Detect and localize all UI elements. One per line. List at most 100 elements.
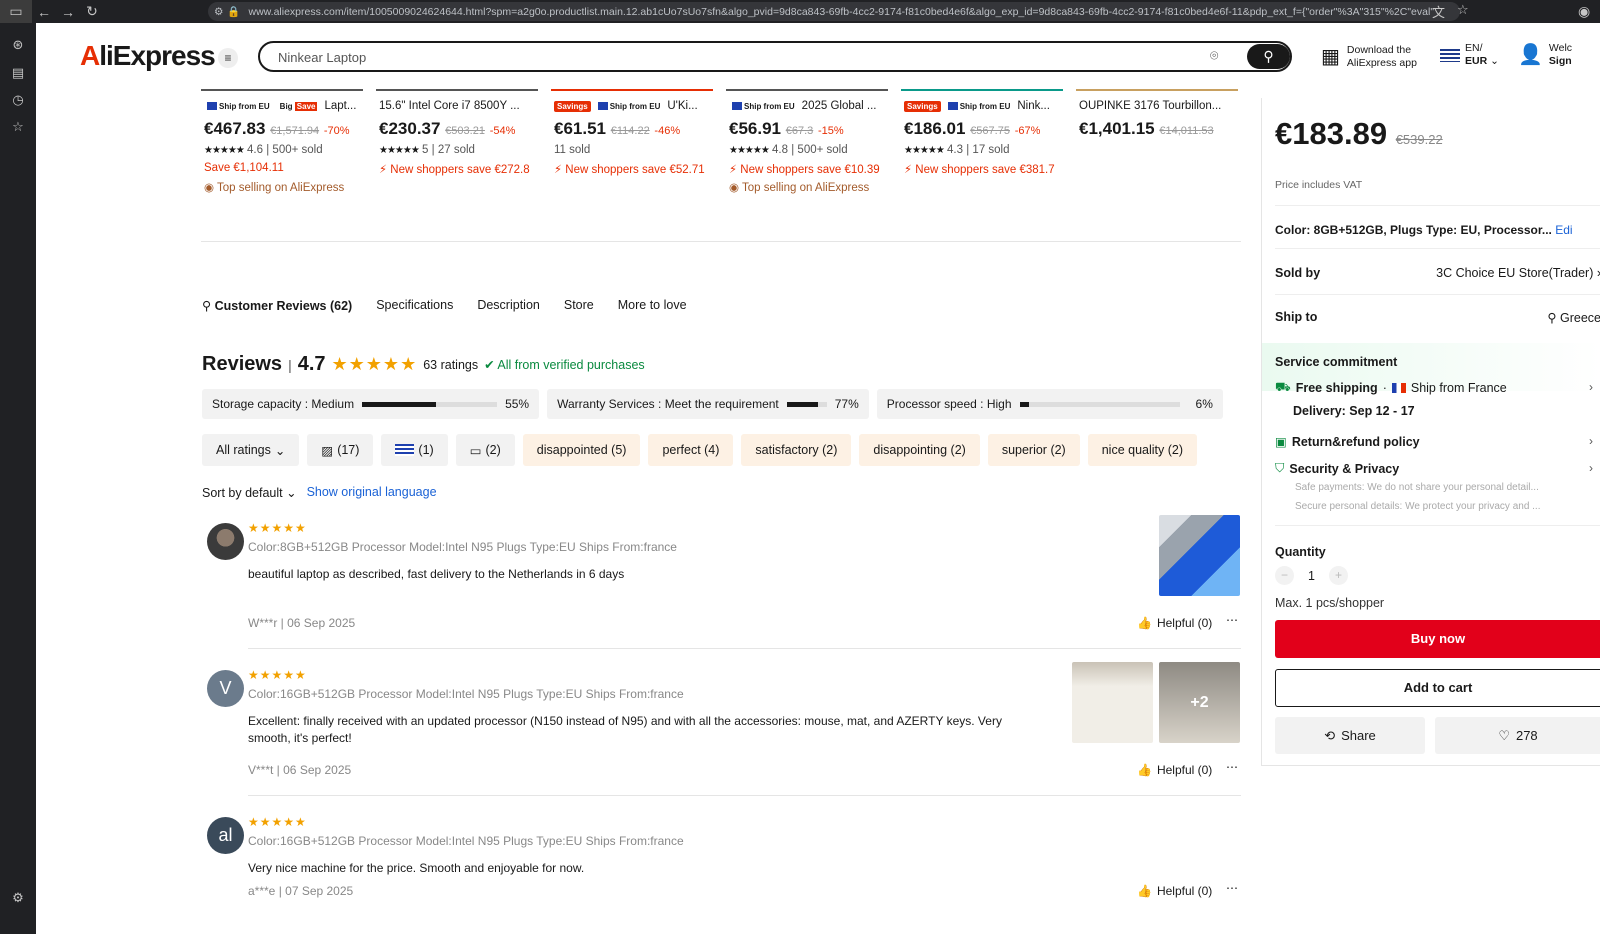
recommended-product-card[interactable]: OUPINKE 3176 Tourbillon... €1,401.15 €14…: [1076, 89, 1238, 205]
recommended-product-card[interactable]: Ship from EU Big Save Lapt... €467.83 €1…: [201, 89, 363, 205]
recommended-product-card[interactable]: Savings Ship from EU Nink... €186.01 €56…: [901, 89, 1063, 205]
chevron-right-icon[interactable]: ›: [1589, 461, 1593, 475]
browser-toolbar: ▭ ← → ↻ ⚙ 🔒 www.aliexpress.com/item/1005…: [0, 0, 1600, 23]
search-button[interactable]: ⚲: [1247, 44, 1290, 69]
profile-icon[interactable]: ◉: [1578, 3, 1590, 20]
free-shipping-row[interactable]: ⛟ Free shipping · Ship from France: [1275, 380, 1507, 396]
refund-policy-row[interactable]: ▣ Return&refund policy: [1275, 434, 1420, 450]
filter-tag[interactable]: disappointed (5): [522, 434, 641, 466]
translate-icon[interactable]: 文: [1432, 2, 1445, 21]
filter-country[interactable]: (1): [381, 434, 448, 466]
france-flag-icon: [1391, 383, 1406, 393]
edit-variant-link[interactable]: Edi: [1555, 223, 1572, 237]
security-privacy-row[interactable]: ⛉ Security & Privacy: [1275, 461, 1399, 476]
tab-customer-reviews[interactable]: ⚲ Customer Reviews (62): [202, 298, 352, 313]
helpful-button[interactable]: 👍 Helpful (0): [1137, 616, 1212, 630]
user-icon: 👤: [1518, 43, 1543, 66]
menu-icon[interactable]: ≡: [218, 48, 238, 68]
buy-now-button[interactable]: Buy now: [1275, 620, 1600, 658]
more-options-icon[interactable]: ⋯: [1226, 613, 1238, 627]
account-menu[interactable]: 👤 Welc Sign: [1518, 42, 1572, 68]
history-icon[interactable]: ◷: [10, 92, 26, 108]
avatar: V: [207, 670, 244, 707]
settings-gear-icon[interactable]: ⚙: [10, 890, 26, 906]
filter-comments[interactable]: ▭ (2): [455, 434, 515, 466]
filter-tag[interactable]: superior (2): [987, 434, 1080, 466]
card-promo: ⚡ New shoppers save €272.8: [379, 164, 530, 176]
download-app-link[interactable]: ▦ Download the AliExpress app: [1321, 42, 1431, 72]
product-tabs: ⚲ Customer Reviews (62) Specifications D…: [202, 298, 687, 313]
divider: [1275, 294, 1600, 295]
card-top-selling: ◉ Top selling on AliExpress: [204, 182, 345, 194]
review-photo[interactable]: [1159, 515, 1240, 596]
filter-tag[interactable]: perfect (4): [648, 434, 734, 466]
site-info-icon[interactable]: ⚙: [214, 6, 223, 18]
back-icon[interactable]: ←: [32, 0, 56, 23]
sidebar-toggle-icon[interactable]: ▭: [0, 0, 32, 23]
share-icon: ⟲: [1324, 727, 1336, 743]
more-options-icon[interactable]: ⋯: [1226, 881, 1238, 895]
wallet-icon[interactable]: ▤: [10, 65, 26, 81]
card-title-line: 15.6" Intel Core i7 8500Y ...: [379, 99, 537, 113]
review-photo[interactable]: [1072, 662, 1153, 743]
rating-stars-icon: ★★★★★: [331, 354, 418, 374]
separator: |: [288, 356, 292, 373]
decrease-quantity-button[interactable]: −: [1275, 566, 1294, 585]
chevron-right-icon[interactable]: ›: [1589, 434, 1593, 448]
review-text: Excellent: finally received with an upda…: [248, 714, 1002, 745]
service-title: Service commitment: [1275, 355, 1398, 369]
filter-photos[interactable]: ▨ (17): [307, 434, 374, 466]
search-input[interactable]: [278, 48, 1178, 66]
tab-store[interactable]: Store: [564, 298, 594, 313]
recommended-product-card[interactable]: Savings Ship from EU U'Ki... €61.51 €114…: [551, 89, 713, 205]
savings-badge: Savings: [904, 100, 941, 112]
ratings-count: 63 ratings: [423, 357, 479, 372]
helpful-button[interactable]: 👍 Helpful (0): [1137, 763, 1212, 777]
wishlist-button[interactable]: ♡ 278: [1435, 717, 1600, 754]
card-title: Nink...: [1017, 100, 1050, 112]
chevron-right-icon[interactable]: ›: [1589, 380, 1593, 394]
filter-tag[interactable]: disappointing (2): [859, 434, 980, 466]
card-promo: ⚡ New shoppers save €10.39: [729, 164, 880, 176]
show-original-language-link[interactable]: Show original language: [307, 485, 437, 500]
ai-icon[interactable]: ⊛: [10, 37, 26, 53]
more-options-icon[interactable]: ⋯: [1226, 760, 1238, 774]
tab-description[interactable]: Description: [477, 298, 540, 313]
recommended-product-card[interactable]: 15.6" Intel Core i7 8500Y ... €230.37 €5…: [376, 89, 538, 205]
filter-all-ratings[interactable]: All ratings ⌄: [202, 434, 300, 466]
qr-code-icon: ▦: [1321, 45, 1340, 68]
heart-icon: ♡: [1498, 727, 1510, 743]
attribute-bar: Warranty Services : Meet the requirement…: [547, 389, 869, 419]
card-title-line: Ship from EU Big Save Lapt...: [204, 99, 362, 113]
lock-icon: 🔒: [227, 6, 241, 18]
review-item: ★★★★★ Color:8GB+512GB Processor Model:In…: [202, 515, 1241, 650]
share-button[interactable]: ⟲ Share: [1275, 717, 1425, 754]
review-meta: W***r | 06 Sep 2025: [248, 616, 356, 630]
forward-icon[interactable]: →: [56, 0, 80, 23]
tab-specifications[interactable]: Specifications: [376, 298, 453, 313]
helpful-button[interactable]: 👍 Helpful (0): [1137, 884, 1212, 898]
card-price: €230.37 €503.21 -54%: [379, 119, 516, 138]
tab-more-to-love[interactable]: More to love: [618, 298, 687, 313]
filter-tag[interactable]: nice quality (2): [1087, 434, 1198, 466]
quantity-value[interactable]: 1: [1308, 569, 1315, 583]
ship-to-row[interactable]: Ship to ⚲ Greece: [1275, 310, 1600, 325]
card-rating: ★★★★★ 4.8 | 500+ sold: [729, 144, 848, 156]
sold-by-row[interactable]: Sold by3C Choice EU Store(Trader) ›: [1275, 266, 1600, 280]
address-bar[interactable]: ⚙ 🔒 www.aliexpress.com/item/100500902462…: [208, 2, 1460, 21]
attribute-ratings: Storage capacity : Medium 55% Warranty Se…: [202, 389, 1223, 419]
favorites-icon[interactable]: ☆: [10, 119, 26, 135]
reload-icon[interactable]: ↻: [80, 0, 104, 23]
ship-from-eu-badge: Ship from EU: [204, 101, 273, 112]
language-currency-selector[interactable]: EN/EUR ⌄: [1440, 42, 1499, 68]
review-photo-more[interactable]: +2: [1159, 662, 1240, 743]
bookmark-star-icon[interactable]: ☆: [1457, 2, 1469, 21]
sort-dropdown[interactable]: Sort by default ⌄: [202, 485, 297, 500]
filter-tag[interactable]: satisfactory (2): [741, 434, 852, 466]
aliexpress-logo[interactable]: AliExpress: [80, 40, 216, 72]
increase-quantity-button[interactable]: +: [1328, 566, 1348, 585]
image-search-icon[interactable]: ⌾: [1210, 47, 1218, 64]
recommended-product-card[interactable]: Ship from EU 2025 Global ... €56.91 €67.…: [726, 89, 888, 205]
card-price: €61.51 €114.22 -46%: [554, 119, 681, 138]
add-to-cart-button[interactable]: Add to cart: [1275, 669, 1600, 707]
